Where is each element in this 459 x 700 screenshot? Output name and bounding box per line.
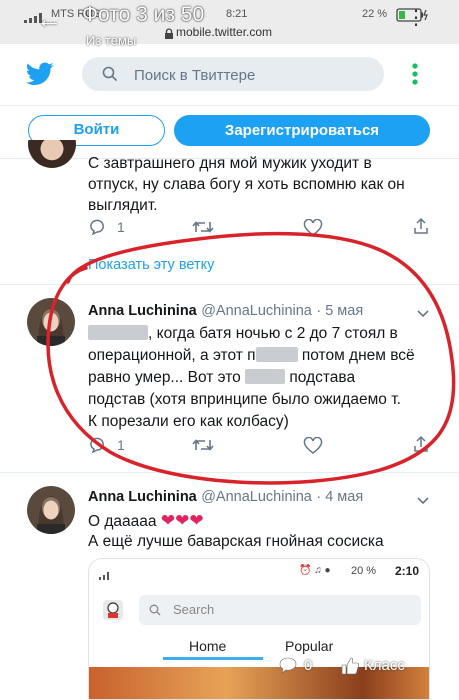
red-annotation-circle <box>46 231 456 485</box>
